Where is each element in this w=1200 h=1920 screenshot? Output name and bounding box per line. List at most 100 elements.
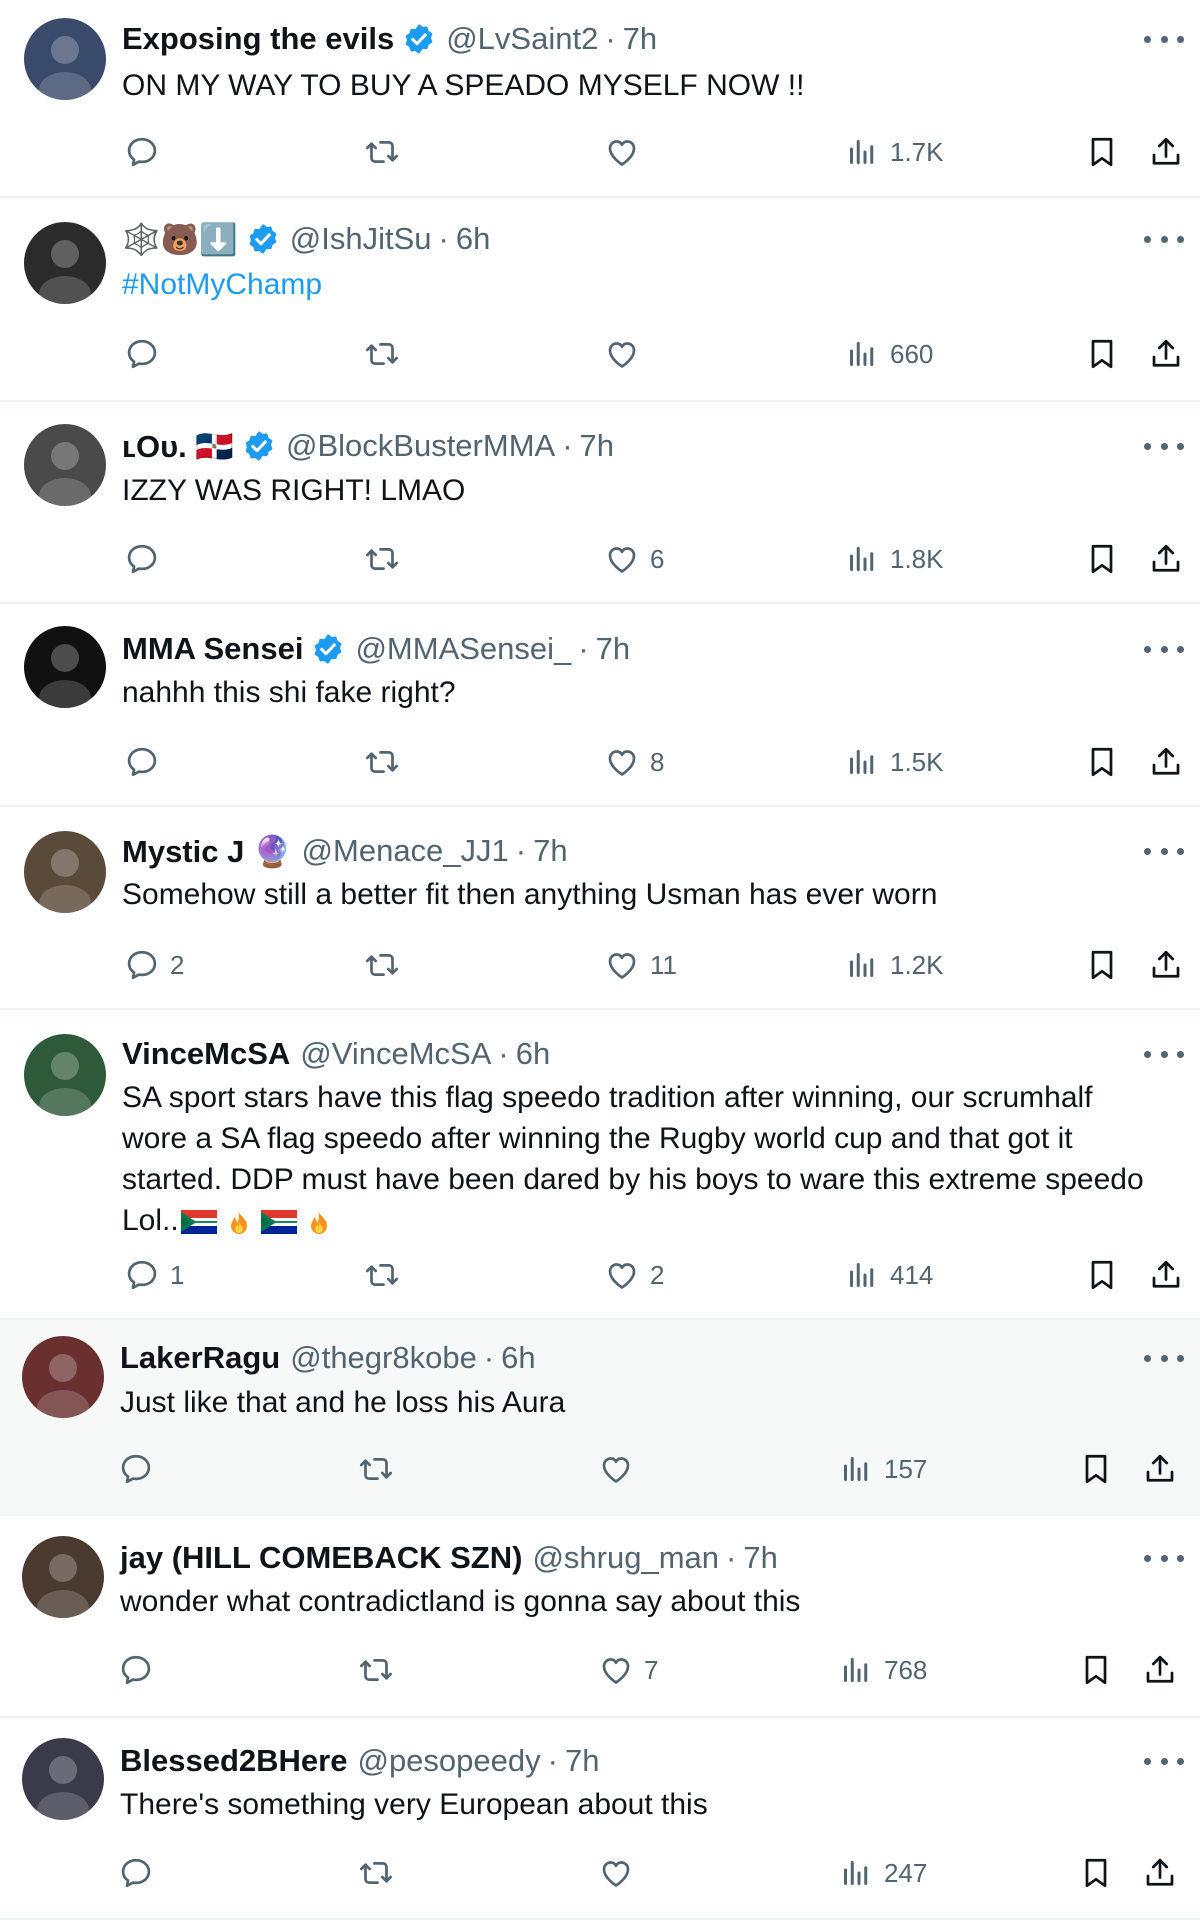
views-button[interactable]: 1.2K	[844, 943, 944, 987]
like-button[interactable]: 11	[604, 943, 677, 987]
tweet[interactable]: VinceMcSA @VinceMcSA · 6h SA sport stars hav…	[0, 1010, 1200, 1320]
timestamp[interactable]: 7h	[596, 631, 630, 667]
views-button[interactable]: 1.8K	[844, 537, 944, 581]
share-button[interactable]	[1148, 537, 1184, 581]
reply-button[interactable]	[124, 740, 170, 784]
bookmark-button[interactable]	[1078, 1851, 1114, 1895]
more-icon[interactable]	[1144, 229, 1184, 249]
display-name[interactable]: Mystic J 🔮	[122, 833, 292, 870]
timestamp[interactable]: 6h	[456, 221, 490, 257]
handle[interactable]: @BlockBusterMMA	[286, 428, 555, 464]
more-icon[interactable]	[1144, 1348, 1184, 1368]
tweet[interactable]: ʟOᴜ. 🇩🇴 @BlockBusterMMA · 7h IZZY WAS RIGHT!…	[0, 402, 1200, 604]
share-button[interactable]	[1142, 1447, 1178, 1491]
reply-button[interactable]: 2	[124, 943, 184, 987]
bookmark-button[interactable]	[1084, 537, 1120, 581]
handle[interactable]: @thegr8kobe	[290, 1340, 477, 1376]
reply-button[interactable]	[118, 1648, 164, 1692]
more-icon[interactable]	[1144, 1751, 1184, 1771]
share-button[interactable]	[1148, 740, 1184, 784]
handle[interactable]: @pesopeedy	[357, 1743, 540, 1779]
display-name[interactable]: Exposing the evils	[122, 21, 394, 57]
reply-button[interactable]	[124, 332, 170, 376]
share-button[interactable]	[1142, 1851, 1178, 1895]
tweet[interactable]: Mystic J 🔮 @Menace_JJ1 · 7h Somehow still a …	[0, 807, 1200, 1010]
bookmark-button[interactable]	[1084, 1253, 1120, 1297]
share-button[interactable]	[1148, 332, 1184, 376]
like-button[interactable]	[604, 332, 650, 376]
display-name[interactable]: VinceMcSA	[122, 1036, 290, 1072]
retweet-button[interactable]	[364, 740, 400, 784]
more-icon[interactable]	[1144, 29, 1184, 49]
share-button[interactable]	[1148, 943, 1184, 987]
more-icon[interactable]	[1144, 1548, 1184, 1568]
reply-button[interactable]	[118, 1851, 164, 1895]
more-icon[interactable]	[1144, 841, 1184, 861]
retweet-button[interactable]	[358, 1851, 394, 1895]
retweet-button[interactable]	[364, 332, 400, 376]
timestamp[interactable]: 6h	[516, 1036, 550, 1072]
views-button[interactable]: 1.5K	[844, 740, 944, 784]
avatar[interactable]	[24, 222, 106, 304]
avatar[interactable]	[24, 424, 106, 506]
views-button[interactable]: 660	[844, 332, 933, 376]
display-name[interactable]: Blessed2BHere	[120, 1743, 347, 1779]
like-button[interactable]: 8	[604, 740, 664, 784]
avatar[interactable]	[24, 626, 106, 708]
like-button[interactable]	[598, 1851, 644, 1895]
bookmark-button[interactable]	[1084, 740, 1120, 784]
more-icon[interactable]	[1144, 1044, 1184, 1064]
views-button[interactable]: 247	[838, 1851, 927, 1895]
reply-button[interactable]: 1	[124, 1253, 184, 1297]
views-button[interactable]: 768	[838, 1648, 927, 1692]
retweet-button[interactable]	[364, 130, 400, 174]
tweet[interactable]: MMA Sensei @MMASensei_ · 7h nahhh this shi f…	[0, 604, 1200, 807]
retweet-button[interactable]	[364, 943, 400, 987]
handle[interactable]: @MMASensei_	[355, 631, 571, 667]
display-name[interactable]: ʟOᴜ. 🇩🇴	[122, 428, 234, 465]
tweet[interactable]: Blessed2BHere @pesopeedy · 7h There's someth…	[0, 1718, 1200, 1920]
reply-button[interactable]	[124, 130, 170, 174]
retweet-button[interactable]	[358, 1447, 394, 1491]
handle[interactable]: @Menace_JJ1	[302, 833, 509, 869]
bookmark-button[interactable]	[1084, 332, 1120, 376]
timestamp[interactable]: 7h	[533, 833, 567, 869]
like-button[interactable]: 7	[598, 1648, 658, 1692]
avatar[interactable]	[24, 18, 106, 100]
retweet-button[interactable]	[358, 1648, 394, 1692]
timestamp[interactable]: 7h	[580, 428, 614, 464]
handle[interactable]: @shrug_man	[532, 1540, 719, 1576]
handle[interactable]: @LvSaint2	[446, 21, 598, 57]
more-icon[interactable]	[1144, 639, 1184, 659]
more-icon[interactable]	[1144, 436, 1184, 456]
like-button[interactable]	[598, 1447, 644, 1491]
share-button[interactable]	[1148, 130, 1184, 174]
timestamp[interactable]: 7h	[623, 21, 657, 57]
display-name[interactable]: 🕸️🐻⬇️	[122, 221, 238, 258]
views-button[interactable]: 157	[838, 1447, 927, 1491]
retweet-button[interactable]	[364, 1253, 400, 1297]
like-button[interactable]: 2	[604, 1253, 664, 1297]
bookmark-button[interactable]	[1078, 1447, 1114, 1491]
bookmark-button[interactable]	[1084, 130, 1120, 174]
bookmark-button[interactable]	[1084, 943, 1120, 987]
avatar[interactable]	[22, 1738, 104, 1820]
tweet[interactable]: LakerRagu @thegr8kobe · 6h Just like that an…	[0, 1320, 1200, 1516]
like-button[interactable]: 6	[604, 537, 664, 581]
hashtag-link[interactable]: #NotMyChamp	[122, 268, 322, 301]
display-name[interactable]: jay (HILL COMEBACK SZN)	[120, 1540, 522, 1576]
retweet-button[interactable]	[364, 537, 400, 581]
reply-button[interactable]	[124, 537, 170, 581]
tweet[interactable]: 🕸️🐻⬇️ @IshJitSu · 6h #NotMyChamp 660	[0, 198, 1200, 402]
timestamp[interactable]: 7h	[565, 1743, 599, 1779]
views-button[interactable]: 414	[844, 1253, 933, 1297]
display-name[interactable]: MMA Sensei	[122, 631, 303, 667]
avatar[interactable]	[22, 1536, 104, 1618]
reply-button[interactable]	[118, 1447, 164, 1491]
handle[interactable]: @VinceMcSA	[300, 1036, 491, 1072]
handle[interactable]: @IshJitSu	[290, 221, 432, 257]
share-button[interactable]	[1148, 1253, 1184, 1297]
timestamp[interactable]: 6h	[501, 1340, 535, 1376]
avatar[interactable]	[24, 831, 106, 913]
like-button[interactable]	[604, 130, 650, 174]
